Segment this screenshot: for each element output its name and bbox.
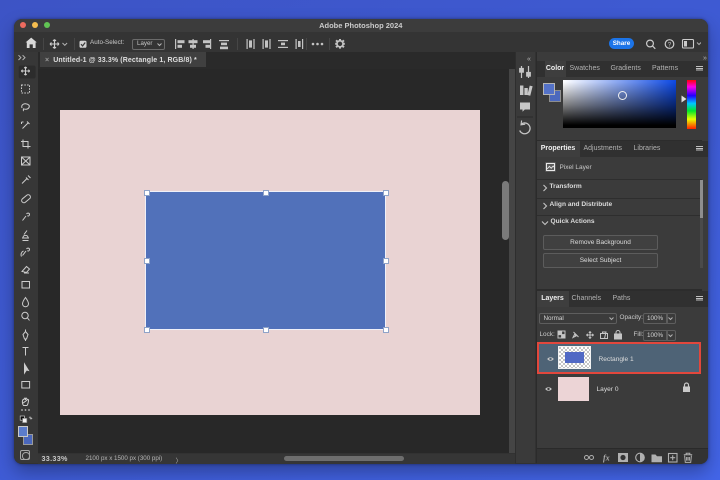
svg-text:?: ? xyxy=(668,41,672,48)
svg-text:«: « xyxy=(527,56,531,63)
svg-text:fx: fx xyxy=(603,454,610,463)
